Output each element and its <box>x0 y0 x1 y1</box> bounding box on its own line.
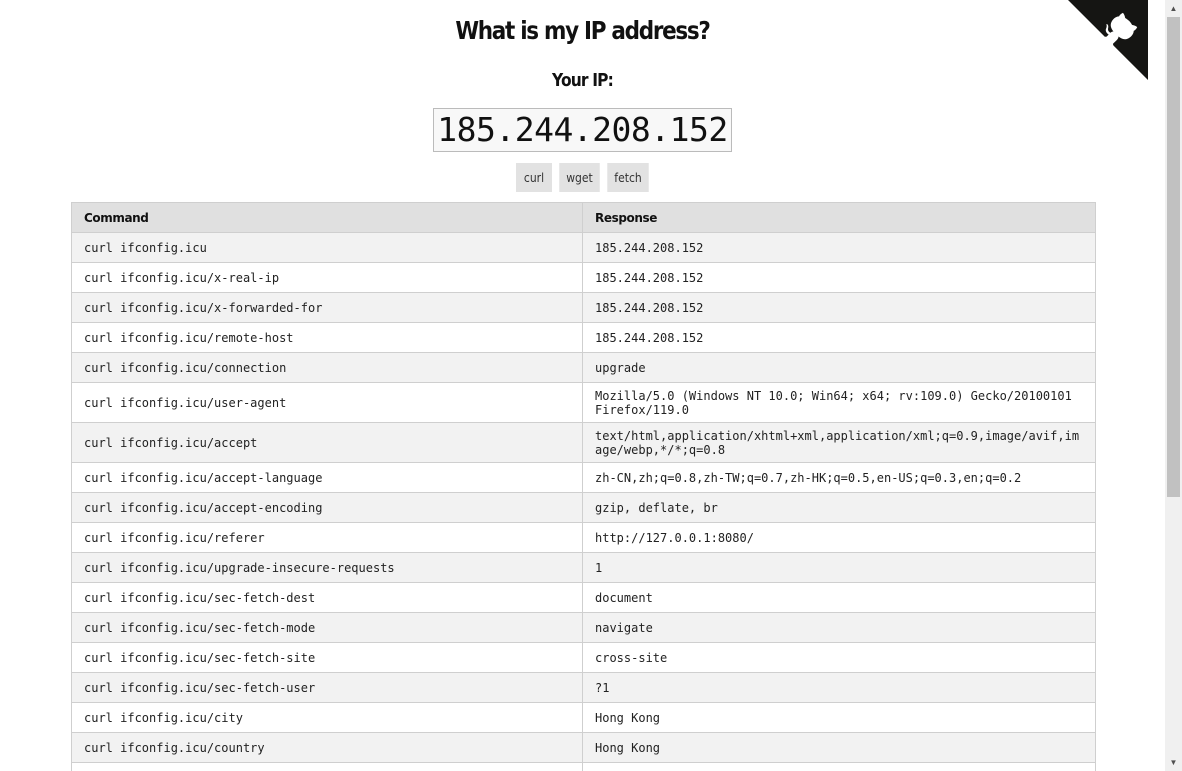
command-cell[interactable]: curl ifconfig.icu/referer <box>71 522 583 553</box>
scroll-up-arrow-icon[interactable]: ▲ <box>1165 0 1182 17</box>
table-row: curl ifconfig.icu/connection upgrade <box>71 352 1096 383</box>
table-row: curl ifconfig.icu/user-agent Mozilla/5.0 … <box>71 382 1096 423</box>
response-cell: gzip, deflate, br <box>582 492 1096 523</box>
response-cell: document <box>582 582 1096 613</box>
response-cell: http://127.0.0.1:8080/ <box>582 522 1096 553</box>
command-cell[interactable]: curl ifconfig.icu/accept-language <box>71 462 583 493</box>
command-cell[interactable]: curl ifconfig.icu/x-real-ip <box>71 262 583 293</box>
command-cell[interactable]: curl ifconfig.icu/city <box>71 702 583 733</box>
command-cell[interactable]: curl ifconfig.icu/user-agent <box>71 382 583 423</box>
response-cell: Hong Kong <box>582 732 1096 763</box>
vertical-scrollbar[interactable]: ▲ ▼ <box>1165 0 1182 771</box>
command-column-header: Command <box>71 202 583 233</box>
scrollbar-thumb[interactable] <box>1167 17 1180 497</box>
table-row: curl ifconfig.icu/sec-fetch-mode navigate <box>71 612 1096 643</box>
response-cell: upgrade <box>582 352 1096 383</box>
table-row <box>71 762 1096 771</box>
wget-button[interactable]: wget <box>559 163 600 192</box>
table-body: curl ifconfig.icu 185.244.208.152 curl ifc… <box>71 232 1096 771</box>
command-cell[interactable]: curl ifconfig.icu/sec-fetch-site <box>71 642 583 673</box>
command-table: Command Response curl ifconfig.icu 185.24… <box>71 202 1096 771</box>
response-cell: 185.244.208.152 <box>582 232 1096 263</box>
response-cell: zh-CN,zh;q=0.8,zh-TW;q=0.7,zh-HK;q=0.5,e… <box>582 462 1096 493</box>
table-row: curl ifconfig.icu/x-forwarded-for 185.244… <box>71 292 1096 323</box>
command-cell[interactable]: curl ifconfig.icu/remote-host <box>71 322 583 353</box>
command-cell[interactable]: curl ifconfig.icu/accept-encoding <box>71 492 583 523</box>
ip-address-display[interactable]: 185.244.208.152 <box>433 108 732 152</box>
table-row: curl ifconfig.icu/sec-fetch-user ?1 <box>71 672 1096 703</box>
command-cell[interactable]: curl ifconfig.icu/accept <box>71 422 583 463</box>
response-cell: Mozilla/5.0 (Windows NT 10.0; Win64; x64… <box>582 382 1096 423</box>
your-ip-label: Your IP: <box>552 70 614 91</box>
command-cell[interactable]: curl ifconfig.icu/sec-fetch-dest <box>71 582 583 613</box>
table-row: curl ifconfig.icu/sec-fetch-site cross-si… <box>71 642 1096 673</box>
response-cell: 185.244.208.152 <box>582 322 1096 353</box>
response-cell: cross-site <box>582 642 1096 673</box>
table-row: curl ifconfig.icu/sec-fetch-dest document <box>71 582 1096 613</box>
response-cell: 1 <box>582 552 1096 583</box>
command-cell[interactable]: curl ifconfig.icu/country <box>71 732 583 763</box>
table-row: curl ifconfig.icu/accept text/html,applic… <box>71 422 1096 463</box>
table-row: curl ifconfig.icu/country Hong Kong <box>71 732 1096 763</box>
table-row: curl ifconfig.icu/upgrade-insecure-reque… <box>71 552 1096 583</box>
response-cell: text/html,application/xhtml+xml,applicat… <box>582 422 1096 463</box>
fetch-button[interactable]: fetch <box>607 163 649 192</box>
command-cell[interactable]: curl ifconfig.icu/x-forwarded-for <box>71 292 583 323</box>
table-header-row: Command Response <box>71 202 1096 233</box>
command-cell[interactable] <box>71 762 583 771</box>
command-cell[interactable]: curl ifconfig.icu <box>71 232 583 263</box>
table-row: curl ifconfig.icu/referer http://127.0.0.… <box>71 522 1096 553</box>
table-row: curl ifconfig.icu/remote-host 185.244.208… <box>71 322 1096 353</box>
page-viewport: What is my IP address? Your IP: 185.244.… <box>0 0 1165 771</box>
scroll-down-arrow-icon[interactable]: ▼ <box>1165 754 1182 771</box>
response-cell: Hong Kong <box>582 702 1096 733</box>
response-column-header: Response <box>582 202 1096 233</box>
table-row: curl ifconfig.icu/x-real-ip 185.244.208.1… <box>71 262 1096 293</box>
response-cell <box>582 762 1096 771</box>
command-cell[interactable]: curl ifconfig.icu/upgrade-insecure-reque… <box>71 552 583 583</box>
table-row: curl ifconfig.icu/accept-language zh-CN,z… <box>71 462 1096 493</box>
response-cell: 185.244.208.152 <box>582 262 1096 293</box>
table-row: curl ifconfig.icu 185.244.208.152 <box>71 232 1096 263</box>
command-cell[interactable]: curl ifconfig.icu/sec-fetch-mode <box>71 612 583 643</box>
github-octocat-icon[interactable] <box>1068 0 1148 80</box>
page-title: What is my IP address? <box>455 16 711 45</box>
command-cell[interactable]: curl ifconfig.icu/sec-fetch-user <box>71 672 583 703</box>
response-cell: ?1 <box>582 672 1096 703</box>
response-cell: 185.244.208.152 <box>582 292 1096 323</box>
command-cell[interactable]: curl ifconfig.icu/connection <box>71 352 583 383</box>
table-row: curl ifconfig.icu/city Hong Kong <box>71 702 1096 733</box>
response-cell: navigate <box>582 612 1096 643</box>
curl-button[interactable]: curl <box>516 163 552 192</box>
table-row: curl ifconfig.icu/accept-encoding gzip, d… <box>71 492 1096 523</box>
